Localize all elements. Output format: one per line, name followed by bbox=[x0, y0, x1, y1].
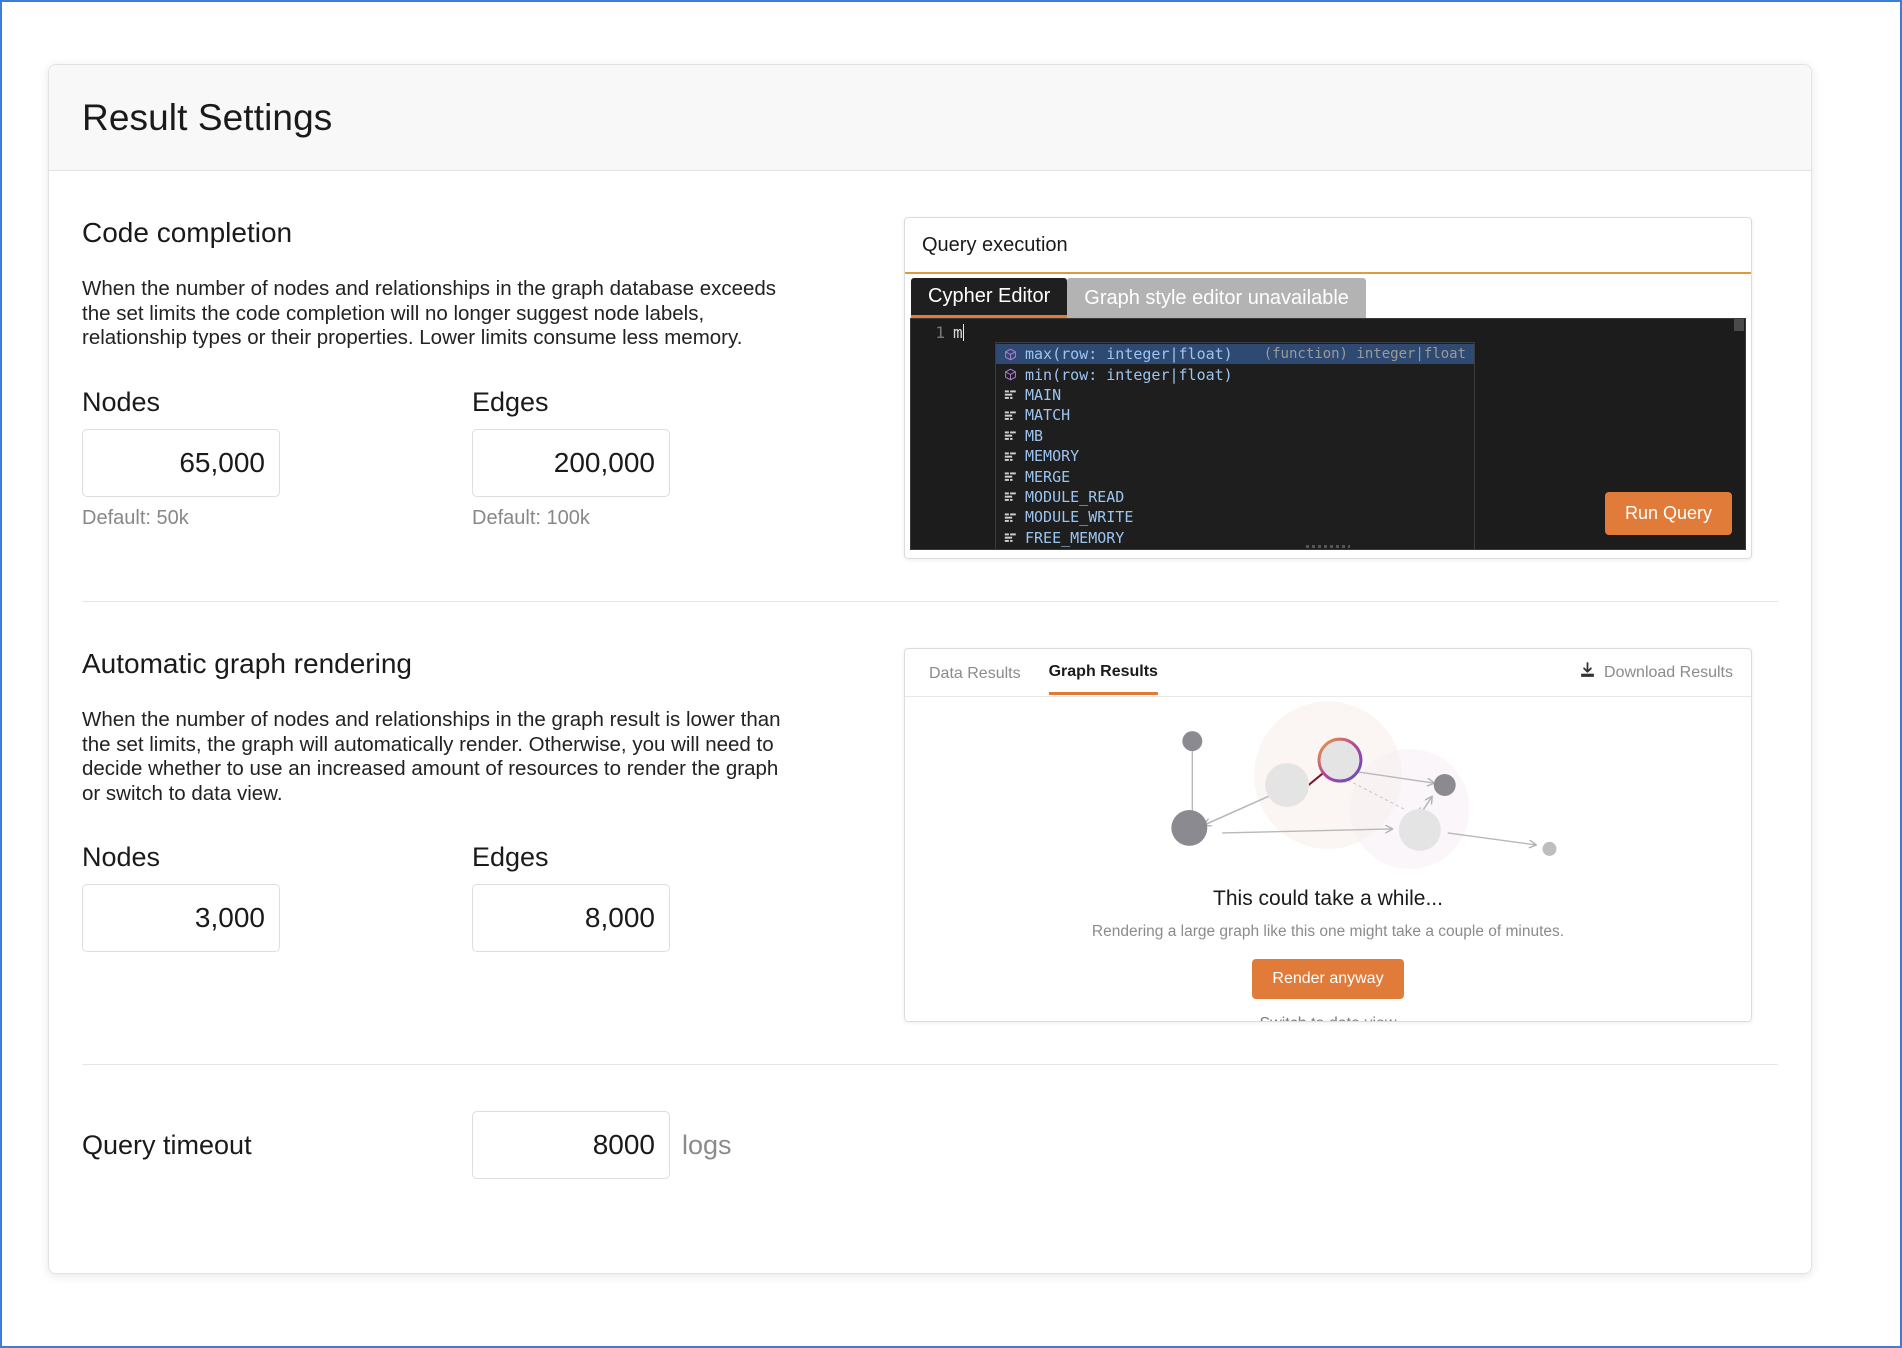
code-completion-heading: Code completion bbox=[82, 217, 293, 248]
editor-code-text: m bbox=[953, 323, 964, 342]
graph-preview-illustration bbox=[1171, 701, 1557, 869]
cypher-editor-area[interactable]: 1 m max(row: integer|float) (function) in… bbox=[910, 318, 1746, 550]
keyword-icon bbox=[1002, 490, 1019, 503]
download-results-label: Download Results bbox=[1604, 663, 1733, 681]
query-timeout-label: Query timeout bbox=[82, 1129, 252, 1160]
autocomplete-item-label: MB bbox=[1025, 426, 1044, 445]
autocomplete-item-label: MATCH bbox=[1025, 406, 1071, 425]
autocomplete-item-label: MEMORY bbox=[1025, 447, 1080, 466]
autocomplete-item[interactable]: MB bbox=[996, 426, 1474, 446]
autocomplete-item-detail: (function) integer|float bbox=[1263, 346, 1466, 363]
keyword-icon bbox=[1002, 429, 1019, 442]
section-automatic-graph-rendering: Automatic graph rendering When the numbe… bbox=[82, 602, 1778, 1022]
section-code-completion: Code completion When the number of nodes… bbox=[82, 171, 1778, 559]
autocomplete-item[interactable]: max(row: integer|float) (function) intege… bbox=[996, 344, 1474, 365]
keyword-icon bbox=[1002, 511, 1019, 524]
autocomplete-item[interactable]: min(row: integer|float) bbox=[996, 364, 1474, 384]
tab-data-results[interactable]: Data Results bbox=[929, 652, 1021, 694]
query-execution-tabbar: Cypher Editor Graph style editor unavail… bbox=[905, 274, 1751, 318]
keyword-icon bbox=[1002, 409, 1019, 422]
graph-render-title: This could take a while... bbox=[1213, 887, 1443, 910]
graph-rendering-nodes-field: Nodes 3,000 bbox=[82, 842, 472, 952]
switch-to-data-view-link[interactable]: Switch to data view bbox=[905, 1015, 1751, 1021]
autocomplete-item[interactable]: MODULE_READ bbox=[996, 487, 1474, 507]
download-results-button[interactable]: Download Results bbox=[1579, 661, 1733, 684]
keyword-icon bbox=[1002, 470, 1019, 483]
graph-rendering-edges-input[interactable]: 8,000 bbox=[472, 884, 670, 952]
keyword-icon bbox=[1002, 450, 1019, 463]
graph-rendering-heading: Automatic graph rendering bbox=[82, 648, 412, 679]
graph-rendering-fields: Nodes 3,000 Edges 8,000 bbox=[82, 842, 882, 952]
graph-rendering-edges-field: Edges 8,000 bbox=[472, 842, 862, 952]
graph-rendering-left: Automatic graph rendering When the numbe… bbox=[82, 648, 882, 952]
query-timeout-unit: logs bbox=[682, 1129, 732, 1160]
keyword-icon bbox=[1002, 388, 1019, 401]
tab-graph-style-editor: Graph style editor unavailable bbox=[1067, 278, 1366, 318]
graph-render-subtitle: Rendering a large graph like this one mi… bbox=[1091, 923, 1565, 940]
code-completion-nodes-hint: Default: 50k bbox=[82, 506, 189, 529]
editor-caret bbox=[962, 324, 964, 341]
graph-rendering-nodes-label: Nodes bbox=[82, 842, 161, 872]
card-header: Result Settings bbox=[49, 65, 1811, 171]
keyword-icon bbox=[1002, 531, 1019, 544]
code-completion-fields: Nodes 65,000 Default: 50k Edges 200,000 … bbox=[82, 387, 882, 530]
download-icon bbox=[1579, 661, 1596, 684]
query-timeout-input[interactable]: 8000 bbox=[472, 1111, 670, 1179]
graph-rendering-edges-label: Edges bbox=[472, 842, 549, 872]
page-root: Result Settings Code completion When the… bbox=[2, 2, 1900, 1346]
autocomplete-item-label: FREE_MEMORY bbox=[1025, 528, 1125, 547]
tab-cypher-editor[interactable]: Cypher Editor bbox=[911, 278, 1068, 318]
graph-rendering-right: Data Results Graph Results Download Resu… bbox=[882, 648, 1778, 1022]
graph-results-stage: This could take a while... Rendering a l… bbox=[905, 697, 1751, 1021]
page-title: Result Settings bbox=[82, 96, 333, 138]
autocomplete-item[interactable]: MAIN bbox=[996, 385, 1474, 405]
autocomplete-popup[interactable]: max(row: integer|float) (function) intege… bbox=[995, 342, 1475, 549]
query-execution-preview: Query execution Cypher Editor Graph styl… bbox=[904, 217, 1752, 559]
code-completion-nodes-field: Nodes 65,000 Default: 50k bbox=[82, 387, 472, 530]
editor-scrollbar-thumb[interactable] bbox=[1734, 319, 1744, 331]
autocomplete-item[interactable]: MERGE bbox=[996, 466, 1474, 486]
editor-scrollbar[interactable] bbox=[1733, 319, 1745, 549]
code-completion-edges-field: Edges 200,000 Default: 100k bbox=[472, 387, 862, 530]
run-query-button[interactable]: Run Query bbox=[1604, 492, 1732, 535]
code-completion-edges-input[interactable]: 200,000 bbox=[472, 428, 670, 497]
autocomplete-item-label: MODULE_WRITE bbox=[1025, 508, 1134, 527]
graph-results-preview: Data Results Graph Results Download Resu… bbox=[904, 648, 1752, 1022]
graph-rendering-description: When the number of nodes and relationshi… bbox=[82, 708, 781, 805]
code-completion-left: Code completion When the number of nodes… bbox=[82, 217, 882, 530]
autocomplete-item[interactable]: MEMORY bbox=[996, 446, 1474, 466]
graph-results-tabbar: Data Results Graph Results Download Resu… bbox=[905, 649, 1751, 697]
autocomplete-item-label: MODULE_READ bbox=[1025, 487, 1125, 506]
autocomplete-item[interactable]: MATCH bbox=[996, 405, 1474, 425]
tab-graph-results[interactable]: Graph Results bbox=[1048, 650, 1158, 695]
code-completion-nodes-input[interactable]: 65,000 bbox=[82, 428, 280, 497]
code-completion-edges-hint: Default: 100k bbox=[472, 506, 590, 529]
section-query-timeout: Query timeout 8000 logs bbox=[82, 1065, 1778, 1179]
autocomplete-item[interactable]: FREE_MEMORY bbox=[996, 528, 1474, 548]
code-completion-right: Query execution Cypher Editor Graph styl… bbox=[882, 217, 1778, 559]
editor-first-line: 1 m bbox=[911, 319, 1745, 342]
result-settings-card: Result Settings Code completion When the… bbox=[48, 64, 1812, 1274]
autocomplete-item-label: min(row: integer|float) bbox=[1025, 365, 1233, 384]
graph-rendering-nodes-input[interactable]: 3,000 bbox=[82, 884, 280, 952]
editor-line-number: 1 bbox=[935, 323, 945, 342]
autocomplete-item[interactable]: MODULE_WRITE bbox=[996, 507, 1474, 527]
card-body: Code completion When the number of nodes… bbox=[49, 171, 1811, 1179]
code-completion-description: When the number of nodes and relationshi… bbox=[82, 277, 777, 349]
autocomplete-item-label: MAIN bbox=[1025, 385, 1062, 404]
code-completion-nodes-label: Nodes bbox=[82, 386, 161, 417]
editor-resize-handle[interactable] bbox=[1306, 545, 1350, 548]
cube-icon bbox=[1002, 348, 1019, 361]
query-execution-title: Query execution bbox=[905, 218, 1751, 274]
graph-render-message: This could take a while... Rendering a l… bbox=[905, 887, 1751, 1021]
code-completion-edges-label: Edges bbox=[472, 386, 549, 417]
render-anyway-button[interactable]: Render anyway bbox=[1252, 959, 1404, 999]
cube-icon bbox=[1002, 368, 1019, 381]
autocomplete-item-label: MERGE bbox=[1025, 467, 1071, 486]
autocomplete-item-label: max(row: integer|float) bbox=[1025, 345, 1233, 364]
